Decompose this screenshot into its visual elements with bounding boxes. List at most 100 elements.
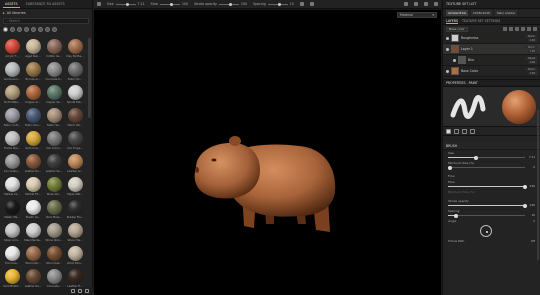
size-value[interactable]: 7.11 [529,155,535,159]
tab-assets[interactable]: ASSETS [3,1,20,8]
material-item[interactable]: Cloth Mate... [2,84,22,106]
material-item[interactable]: Clay Earthe... [65,38,85,60]
brush-section-header[interactable]: BRUSH [443,142,540,150]
material-item[interactable]: Sports Fab... [65,84,85,106]
layer-opacity[interactable]: 100 [528,71,537,75]
size-slider[interactable]: 7.11 [448,155,535,160]
texture-set-name[interactable]: lambert1SG [446,10,468,16]
material-item[interactable]: Leather Se... [44,153,64,175]
material-item[interactable]: Aged Pain... [23,38,43,60]
material-item[interactable]: Silver Arm... [2,222,22,244]
channel-select[interactable]: Base color [446,26,468,32]
layer-opacity[interactable]: 100 [528,49,537,53]
spacing-slider[interactable]: 10 [448,213,535,218]
material-item[interactable]: Plastic Gl... [23,199,43,221]
material-item[interactable]: Cotton Ca... [44,38,64,60]
material-item[interactable]: Fabric Sa... [44,107,64,129]
material-item[interactable]: Fabric Den... [23,107,43,129]
material-item[interactable]: Paper Mat... [65,176,85,198]
add-effect-icon[interactable] [521,27,525,31]
toolbar-stroke-value[interactable]: 100 [241,2,247,6]
material-item[interactable]: Stone Tile... [65,222,85,244]
layer-blend-mode[interactable]: Passt [526,56,537,60]
layer-row[interactable]: Layer 1 Norm 100 [443,44,540,55]
material-item[interactable]: Rock Moss... [44,199,64,221]
material-item[interactable]: Marble Ca... [2,176,22,198]
layer-name[interactable]: Blur [468,58,524,62]
material-item[interactable]: Tile Cera... [2,245,22,267]
material-item[interactable]: Aluminium... [2,61,22,83]
material-item[interactable]: Copper Ar... [23,84,43,106]
search-input[interactable]: ⌕ Search [3,18,89,24]
material-item[interactable]: Fabric Cott... [2,107,22,129]
follow-path-value[interactable]: Off [531,239,535,243]
angle-value[interactable]: 0 [533,219,535,223]
material-item[interactable]: Concrete S... [44,61,64,83]
lazy-mouse-icon[interactable] [309,2,314,6]
material-icon[interactable] [470,128,475,134]
material-item[interactable]: Fabric Ro... [65,61,85,83]
filter-materials-icon[interactable] [10,26,15,32]
layer-name[interactable]: Base Color [461,69,524,73]
visibility-eye-icon[interactable] [453,58,456,62]
min-size-value[interactable]: 0 [533,165,535,169]
material-item[interactable]: Iron Gratin... [2,153,22,175]
material-item[interactable]: Stone Rock... [44,222,64,244]
add-layer-icon[interactable] [503,27,507,31]
material-item[interactable]: Leather Ar... [65,153,85,175]
grid-view-icon[interactable] [85,289,89,293]
layer-row[interactable]: Blur Passt 100 [443,55,540,66]
toolbar-spacing-value[interactable]: 10 [290,2,294,6]
filter-smart-materials-icon[interactable] [17,26,22,32]
filter-alphas-icon[interactable] [31,26,36,32]
add-mask-icon[interactable] [515,27,519,31]
import-icon[interactable] [71,289,75,293]
tab-substance-assets[interactable]: SUBSTANCE 3D ASSETS [24,1,67,7]
material-item[interactable]: Acrylic T... [2,38,22,60]
toolbar-spacing-slider[interactable] [267,2,288,6]
material-item[interactable]: Iron Armor... [44,130,64,152]
toolbar-size-value[interactable]: 7.11 [138,2,145,6]
spacing-value[interactable]: 10 [532,213,535,217]
visibility-eye-icon[interactable] [446,36,449,40]
material-item[interactable]: Bronze Ar... [23,61,43,83]
material-item[interactable]: Leather Ro... [23,153,43,175]
toolbar-size-slider[interactable] [115,2,136,6]
layer-row[interactable]: Base Color Norm 100 [443,66,540,77]
stencil-icon[interactable] [462,128,467,134]
flow-value[interactable]: 100 [530,184,535,188]
viewport-mode-select[interactable]: Material ▾ [397,12,437,18]
brush-icon[interactable] [97,2,101,6]
layer-blend-mode[interactable]: Norm [525,34,537,38]
texture-set-row[interactable]: lambert1SG 2048x2048 Main shader [443,9,540,17]
layer-blend-mode[interactable]: Norm [525,67,537,71]
filter-filters-icon[interactable] [45,26,50,32]
toolbar-flow-value[interactable]: 100 [182,2,188,6]
alpha-icon[interactable] [454,128,459,134]
visibility-eye-icon[interactable] [446,69,449,73]
add-folder-icon[interactable] [527,27,531,31]
texture-set-resolution[interactable]: 2048x2048 [470,10,492,16]
material-item[interactable]: Moss Stu... [44,176,64,198]
material-item[interactable]: Rubber Fla... [65,199,85,221]
material-item[interactable]: Iron Forge... [65,130,85,152]
layer-name[interactable]: Layer 1 [461,47,524,51]
layer-blend-mode[interactable]: Norm [525,45,537,49]
layer-name[interactable]: Roughness [461,36,524,40]
properties-scrollbar[interactable] [537,110,539,260]
breadcrumb[interactable]: ▸ All libraries [0,9,92,17]
layer-row[interactable]: Roughness Norm 100 [443,33,540,44]
delete-layer-icon[interactable] [533,27,537,31]
material-item[interactable]: Frame Sha... [2,130,22,152]
toolbar-stroke-slider[interactable] [218,2,239,6]
material-item[interactable]: Marble Tit... [23,176,43,198]
min-size-slider[interactable]: 0 [447,165,535,170]
filter-brushes-icon[interactable] [24,26,29,32]
play-icon[interactable] [404,2,408,6]
tab-texture-set-settings[interactable]: TEXTURE SET SETTINGS [462,19,500,23]
material-item[interactable]: Wood Ash... [23,245,43,267]
symmetry-icon[interactable] [299,2,304,6]
assets-scrollbar[interactable] [88,38,91,118]
filter-presets-icon[interactable] [52,26,57,32]
layer-opacity[interactable]: 100 [528,38,537,42]
